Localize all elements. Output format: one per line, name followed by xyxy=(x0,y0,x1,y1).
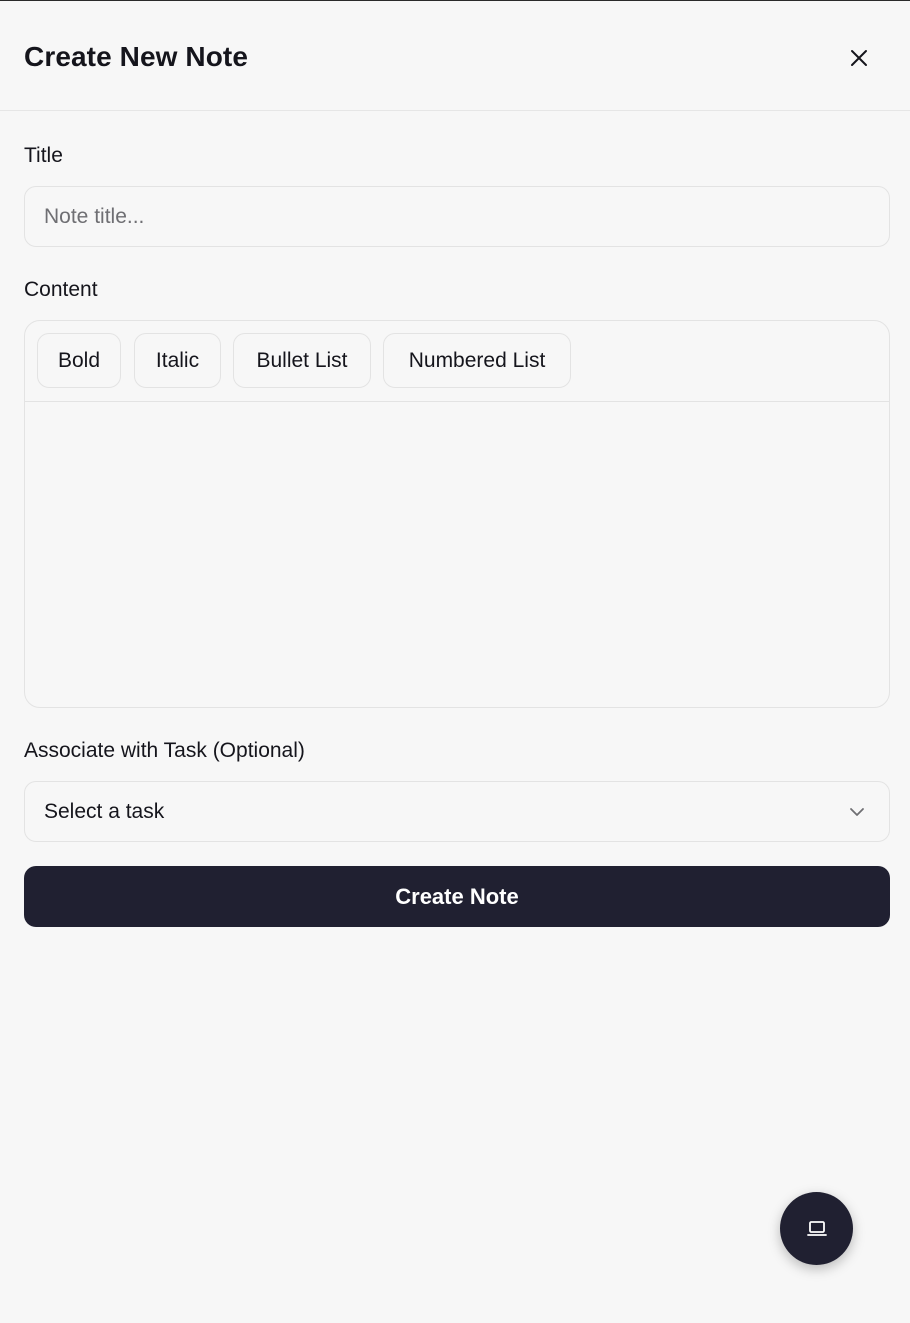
content-input[interactable] xyxy=(25,402,889,707)
laptop-icon xyxy=(806,1220,827,1236)
chevron-down-icon xyxy=(850,808,864,816)
close-button[interactable] xyxy=(840,39,878,77)
numbered-list-button[interactable]: Numbered List xyxy=(383,333,571,388)
content-label: Content xyxy=(24,278,98,301)
floating-action-button[interactable] xyxy=(780,1192,853,1265)
close-icon xyxy=(851,50,867,66)
editor-toolbar: Bold Italic Bullet List Numbered List xyxy=(25,321,889,402)
task-select-value: Select a task xyxy=(44,800,165,823)
bullet-list-button[interactable]: Bullet List xyxy=(233,333,371,388)
title-input[interactable] xyxy=(24,186,890,247)
content-editor: Bold Italic Bullet List Numbered List xyxy=(24,320,890,708)
task-select[interactable]: Select a task xyxy=(24,781,890,842)
title-label: Title xyxy=(24,144,63,167)
dialog-header: Create New Note xyxy=(0,1,910,111)
task-label: Associate with Task (Optional) xyxy=(24,739,305,762)
page-title: Create New Note xyxy=(24,41,249,72)
bold-button[interactable]: Bold xyxy=(37,333,121,388)
create-note-button[interactable]: Create Note xyxy=(24,866,890,927)
italic-button[interactable]: Italic xyxy=(134,333,221,388)
